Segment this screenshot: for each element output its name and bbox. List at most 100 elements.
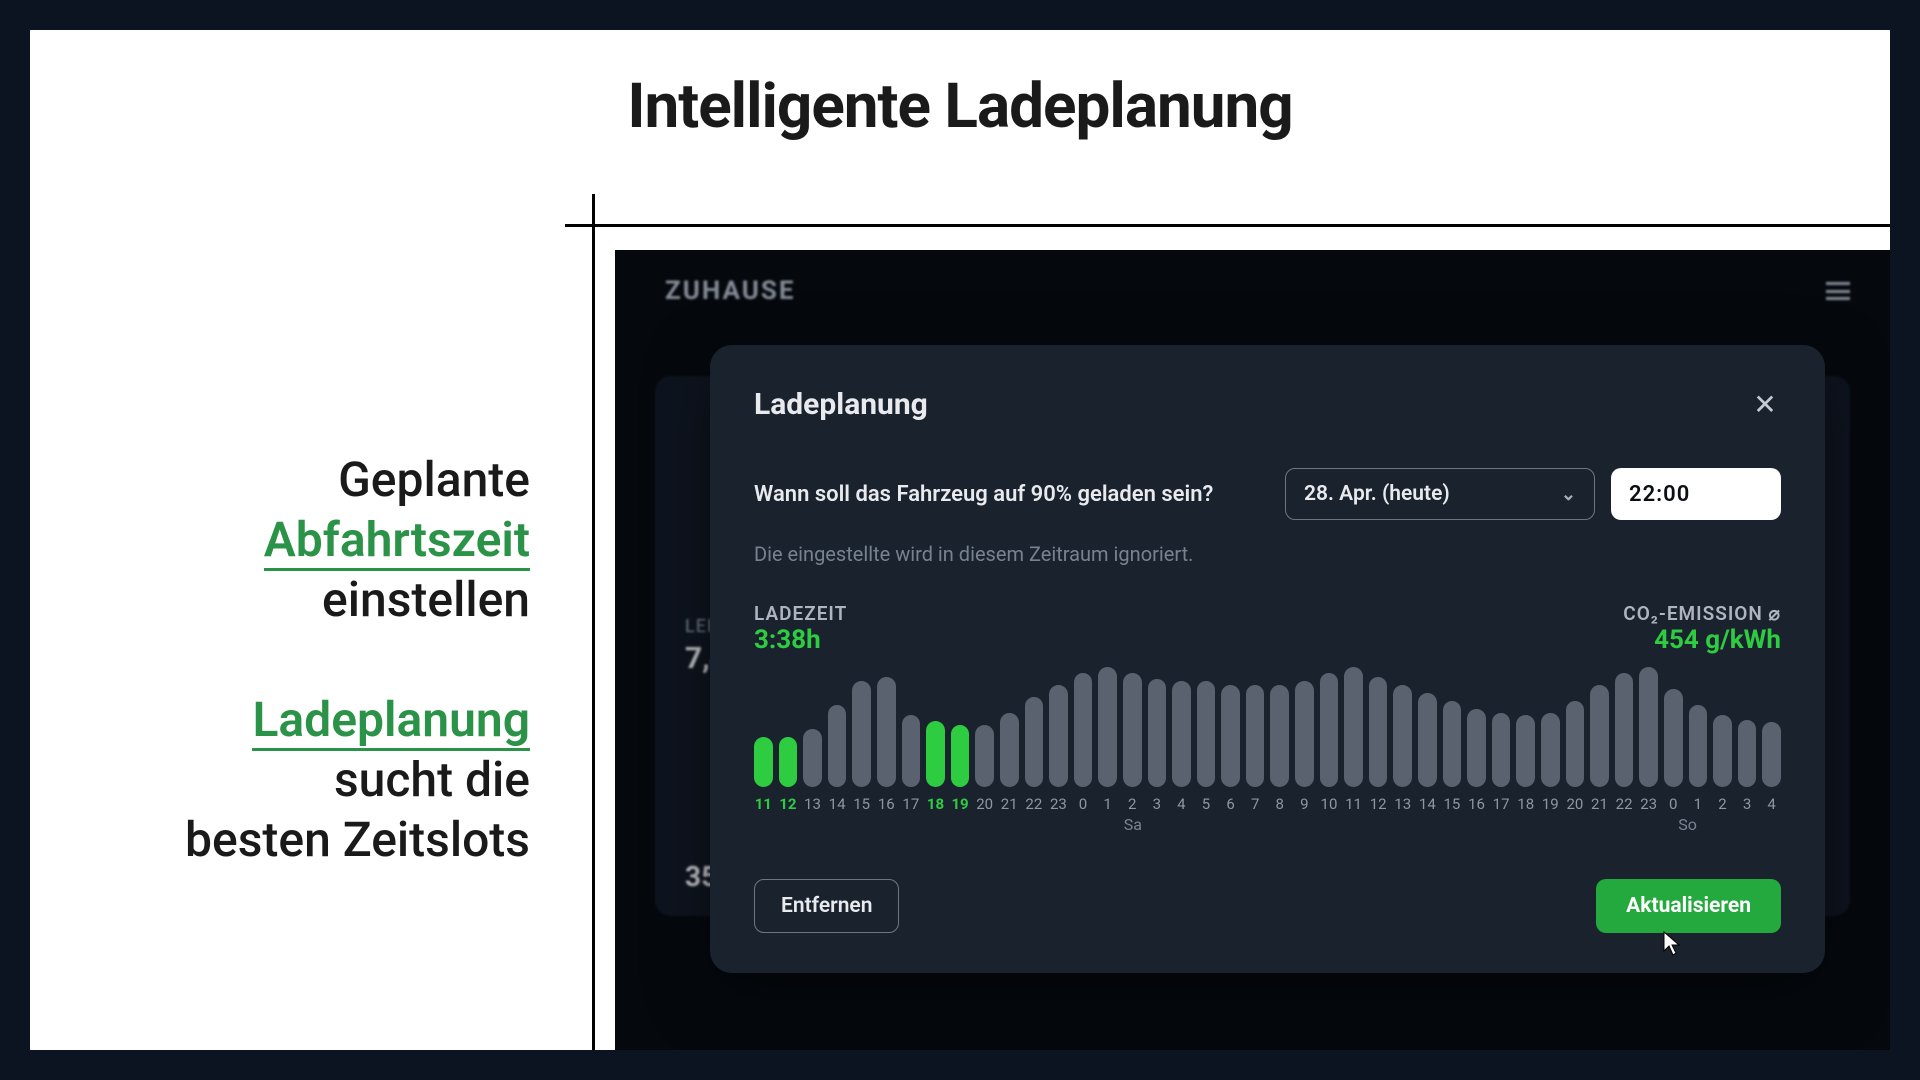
chart-hour-label: 10 [1320, 795, 1339, 813]
chart-hour-label: 17 [902, 795, 921, 813]
chart-bar [1541, 713, 1560, 787]
ladezeit-value: 3:38h [754, 625, 847, 655]
chart-bar [1393, 685, 1412, 787]
chart-bar [1664, 689, 1683, 787]
question-label: Wann soll das Fahrzeug auf 90% geladen s… [754, 482, 1269, 507]
chart-hour-label: 18 [1516, 795, 1535, 813]
chart-hour-label: 19 [1541, 795, 1560, 813]
chart-bar [1246, 685, 1265, 787]
charge-planning-modal: Ladeplanung ✕ Wann soll das Fahrzeug auf… [710, 345, 1825, 973]
chart-hour-label: 11 [754, 795, 773, 813]
chart-bar [926, 721, 945, 787]
chart-bar [1025, 697, 1044, 787]
chart-hour-label: 5 [1197, 795, 1216, 813]
chart-bar [779, 737, 798, 787]
page-title: Intelligente Ladeplanung [30, 30, 1890, 173]
sidebar-text: besten Zeitslots [185, 811, 530, 868]
chart-bar [1369, 677, 1388, 787]
chart-bar [1713, 715, 1732, 787]
sidebar-highlight-ladeplanung: Ladeplanung [252, 691, 530, 751]
chart-bar [1516, 715, 1535, 787]
remove-button[interactable]: Entfernen [754, 879, 899, 933]
date-select[interactable]: 28. Apr. (heute) ⌄ [1285, 468, 1595, 520]
app-screenshot: ZUHAUSE LEI 7,4 35% 103 km morgen 12:00 … [615, 250, 1890, 1050]
divider-horizontal [565, 224, 1890, 227]
chart-bar [902, 715, 921, 787]
sidebar-description: Geplante Abfahrtszeit einstellen Ladepla… [100, 450, 530, 870]
chart-hour-label: 16 [877, 795, 896, 813]
chart-bar [1098, 667, 1117, 787]
day-label-so: So [1678, 815, 1697, 834]
chart-hour-label: 13 [1393, 795, 1412, 813]
chart-hour-label: 14 [828, 795, 847, 813]
date-selected-value: 28. Apr. (heute) [1304, 482, 1450, 506]
chart-hour-label: 9 [1295, 795, 1314, 813]
chart-bar [828, 705, 847, 787]
chart-hour-label: 20 [975, 795, 994, 813]
chart-bar [1492, 713, 1511, 787]
sidebar-highlight-abfahrtszeit: Abfahrtszeit [264, 511, 530, 571]
chart-hour-label: 11 [1344, 795, 1363, 813]
chart-hour-label: 6 [1221, 795, 1240, 813]
sidebar-text: sucht die [334, 751, 530, 808]
chart-bar [1295, 681, 1314, 787]
chart-bar [1738, 720, 1757, 787]
chart-hour-label: 14 [1418, 795, 1437, 813]
co2-value: 454 g/kWh [1623, 625, 1781, 655]
location-label: ZUHAUSE [665, 276, 796, 306]
chart-hour-label: 8 [1270, 795, 1289, 813]
chart-hour-label: 0 [1074, 795, 1093, 813]
chart-bar [1221, 685, 1240, 787]
chart-bar [1590, 685, 1609, 787]
close-icon[interactable]: ✕ [1749, 389, 1781, 421]
chart-hour-label: 13 [803, 795, 822, 813]
modal-title: Ladeplanung [754, 387, 928, 422]
chart-bar [852, 681, 871, 787]
chart-bar [1148, 679, 1167, 787]
cursor-icon [1663, 931, 1683, 957]
chart-hour-label: 1 [1689, 795, 1708, 813]
chart-hour-label: 22 [1615, 795, 1634, 813]
chart-bar [1074, 673, 1093, 787]
chart-hour-label: 0 [1664, 795, 1683, 813]
chart-hour-label: 1 [1098, 795, 1117, 813]
chart-hour-label: 21 [1590, 795, 1609, 813]
chart-bar [1270, 685, 1289, 787]
chart-bar [1320, 673, 1339, 787]
chart-hour-label: 12 [1369, 795, 1388, 813]
chart-hour-label: 23 [1639, 795, 1658, 813]
chart-hour-label: 15 [1443, 795, 1462, 813]
co2-label: CO₂-EMISSION ⌀ [1623, 602, 1781, 625]
chart-hour-label: 7 [1246, 795, 1265, 813]
chart-hour-label: 4 [1172, 795, 1191, 813]
update-button[interactable]: Aktualisieren [1596, 879, 1781, 933]
chart-hour-label: 16 [1467, 795, 1486, 813]
chart-bar [1123, 673, 1142, 787]
chart-bar [1172, 681, 1191, 787]
chart-bar [1467, 709, 1486, 787]
time-input[interactable] [1611, 468, 1781, 520]
divider-vertical [592, 194, 595, 1050]
chart-bar [975, 725, 994, 787]
chart-hour-label: 18 [926, 795, 945, 813]
sidebar-text: einstellen [322, 571, 530, 628]
chart-hour-label: 3 [1738, 795, 1757, 813]
chart-bar [1197, 681, 1216, 787]
chart-bar [1689, 705, 1708, 787]
chart-hour-label: 17 [1492, 795, 1511, 813]
chevron-down-icon: ⌄ [1561, 484, 1576, 505]
chart-hour-label: 22 [1025, 795, 1044, 813]
chart-hour-label: 20 [1566, 795, 1585, 813]
chart-hour-label: 21 [1000, 795, 1019, 813]
chart-bar [877, 677, 896, 787]
chart-bar [951, 725, 970, 787]
chart-hour-label: 19 [951, 795, 970, 813]
chart-bar [1566, 701, 1585, 787]
chart-hour-label: 15 [852, 795, 871, 813]
chart-bar [1615, 673, 1634, 787]
ladezeit-label: LADEZEIT [754, 602, 847, 625]
chart-bar [1049, 685, 1068, 787]
chart-hour-label: 4 [1762, 795, 1781, 813]
hint-text: Die eingestellte wird in diesem Zeitraum… [754, 542, 1781, 566]
menu-icon[interactable] [1826, 282, 1850, 300]
